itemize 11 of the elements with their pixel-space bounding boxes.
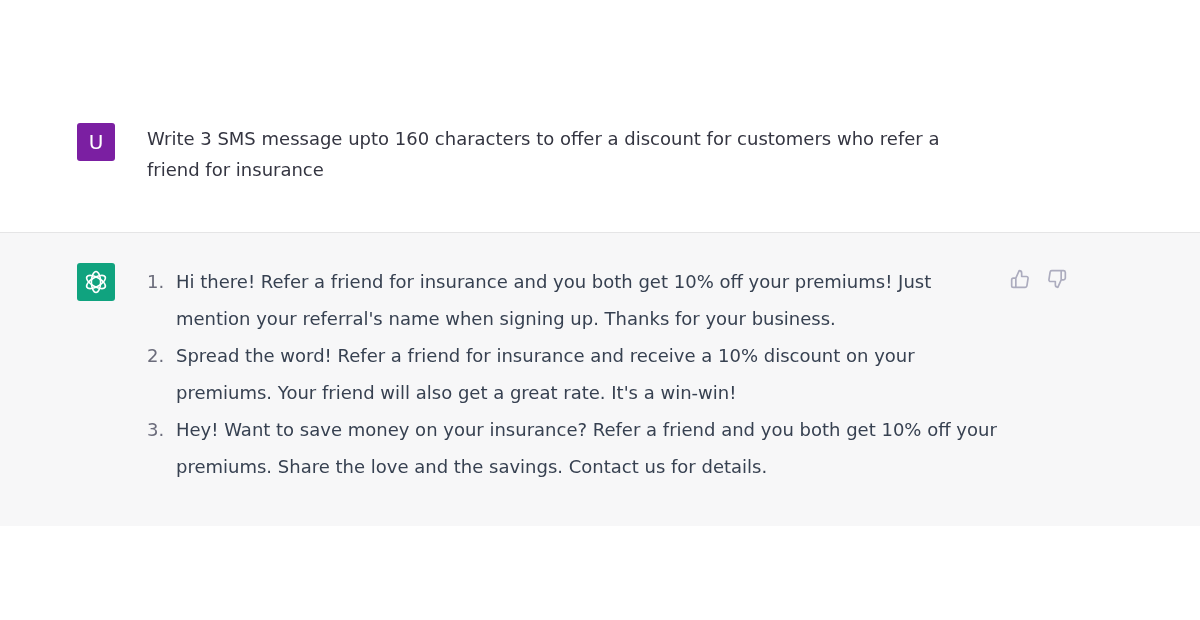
list-number: 2. bbox=[147, 344, 166, 368]
thumbs-down-icon[interactable] bbox=[1047, 269, 1067, 289]
user-avatar: U bbox=[77, 123, 115, 161]
list-number: 3. bbox=[147, 418, 166, 442]
knot-logo-icon bbox=[83, 269, 109, 295]
list-item-text: Hi there! Refer a friend for insurance and you both get 10% off your premiums! Just mention your referral's name when signing up. Thanks for your business. bbox=[176, 270, 933, 331]
list-item-text: Spread the word! Refer a friend for insurance and receive a 10% discount on your premiums. Your friend will also get a great rate. It's a win-win! bbox=[176, 344, 916, 405]
list-item-text: Hey! Want to save money on your insurance? Refer a friend and you both get 10% off your premiums. Share the love and the savings. Contact us for details. bbox=[176, 418, 998, 479]
thumbs-up-icon[interactable] bbox=[1010, 269, 1030, 289]
user-message: Write 3 SMS message upto 160 characters to offer a discount for customers who refer a friend for insurance bbox=[147, 127, 941, 182]
list-number: 1. bbox=[147, 270, 166, 294]
